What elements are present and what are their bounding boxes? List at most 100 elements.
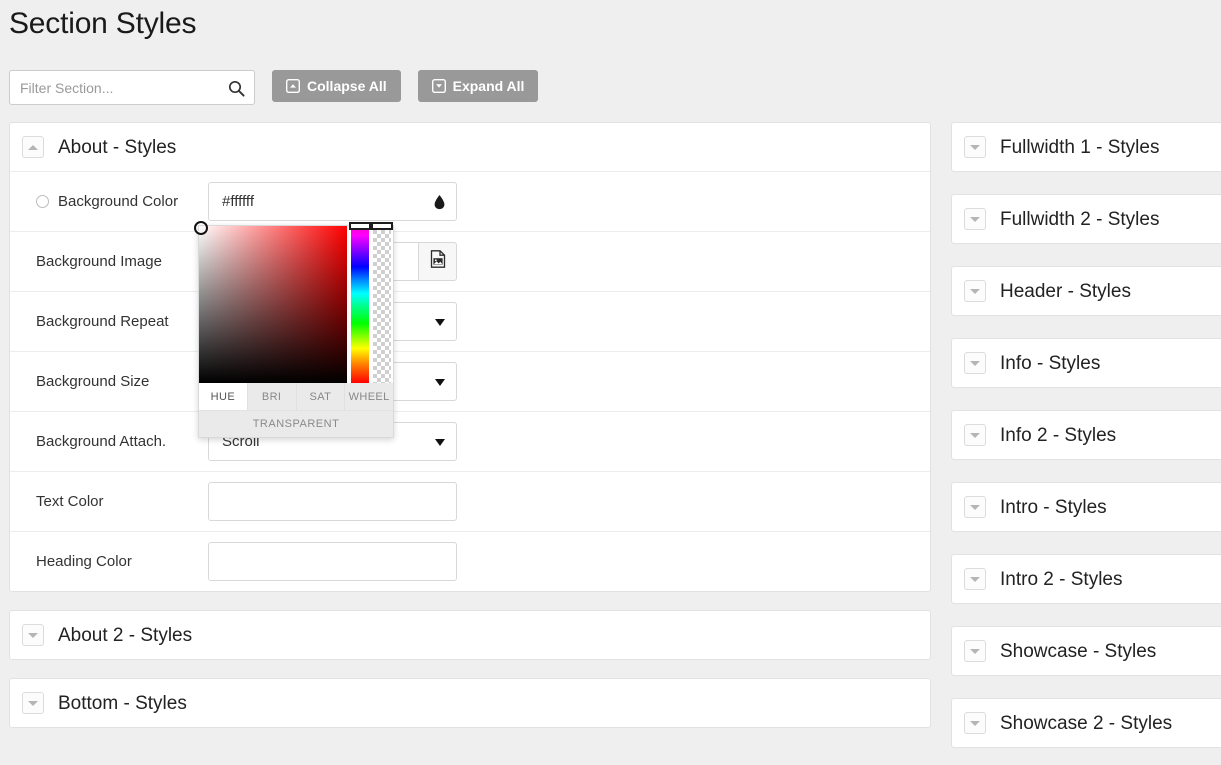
alpha-slider[interactable]	[371, 222, 393, 383]
row-label-wrapper: Background Image	[36, 253, 208, 270]
panel-toggle-intro-2-styles[interactable]	[964, 568, 986, 590]
panel-title: Showcase 2 - Styles	[1000, 712, 1173, 734]
row-label-wrapper: Background Color	[36, 193, 208, 210]
tab-sat[interactable]: SAT	[296, 383, 346, 410]
panel-title: Intro 2 - Styles	[1000, 568, 1123, 590]
row-background-image: Background Image	[10, 231, 930, 291]
panel-title: Showcase - Styles	[1000, 640, 1157, 662]
panel-toggle-info-styles[interactable]	[964, 352, 986, 374]
collapse-all-button[interactable]: Collapse All	[272, 70, 401, 102]
panel-showcase-2-styles: Showcase 2 - Styles	[951, 698, 1221, 748]
heading-color-input[interactable]	[208, 542, 457, 581]
background-image-browse-button[interactable]	[418, 242, 457, 281]
background-color-radio[interactable]	[36, 195, 49, 208]
panel-toggle-fullwidth-1-styles[interactable]	[964, 136, 986, 158]
saturation-value-area[interactable]	[194, 221, 347, 383]
tab-wheel[interactable]: WHEEL	[345, 383, 393, 410]
image-file-icon	[430, 250, 446, 273]
expand-all-button[interactable]: Expand All	[417, 70, 539, 102]
row-label-wrapper: Background Size	[36, 373, 208, 390]
panel-toggle-about-2-styles[interactable]	[22, 624, 44, 646]
color-picker-tabs: HUE BRI SAT WHEEL	[199, 383, 393, 410]
panel-header-showcase-2-styles[interactable]: Showcase 2 - Styles	[952, 699, 1221, 747]
chevron-down-icon	[435, 318, 445, 326]
panel-title: Fullwidth 2 - Styles	[1000, 208, 1160, 230]
panel-header-about-styles[interactable]: About - Styles	[10, 123, 930, 171]
field-label: Background Color	[58, 193, 179, 210]
hue-slider[interactable]	[349, 222, 371, 383]
caret-down-icon	[28, 700, 38, 706]
field-label: Background Image	[36, 253, 162, 270]
caret-down-icon	[970, 216, 980, 222]
right-panel-column: Fullwidth 1 - Styles Fullwidth 2 - Style…	[951, 122, 1221, 765]
tab-bri[interactable]: BRI	[247, 383, 297, 410]
field-label: Text Color	[36, 493, 104, 510]
field-label: Background Size	[36, 373, 150, 390]
panel-header-intro-2-styles[interactable]: Intro 2 - Styles	[952, 555, 1221, 603]
collapse-all-label: Collapse All	[307, 78, 387, 94]
panel-bottom-styles: Bottom - Styles	[9, 678, 931, 728]
chevron-down-icon	[435, 438, 445, 446]
page-title: Section Styles	[9, 7, 197, 40]
hue-gradient-strip	[351, 226, 369, 383]
panel-header-bottom-styles[interactable]: Bottom - Styles	[10, 679, 930, 727]
panel-title: Bottom - Styles	[58, 692, 187, 714]
row-label-wrapper: Background Repeat	[36, 313, 208, 330]
filter-section-field[interactable]	[9, 70, 255, 105]
toolbar: Collapse All Expand All	[9, 70, 539, 105]
panel-toggle-showcase-styles[interactable]	[964, 640, 986, 662]
panel-header-fullwidth-1-styles[interactable]: Fullwidth 1 - Styles	[952, 123, 1221, 171]
panel-header-showcase-styles[interactable]: Showcase - Styles	[952, 627, 1221, 675]
color-picker-gradients	[194, 221, 393, 383]
search-input[interactable]	[10, 71, 254, 104]
panel-title: Intro - Styles	[1000, 496, 1107, 518]
caret-up-icon	[28, 144, 38, 150]
row-label-wrapper: Heading Color	[36, 553, 208, 570]
alpha-slider-handle[interactable]	[371, 222, 393, 230]
collapse-up-box-icon	[285, 78, 301, 94]
panel-header-info-2-styles[interactable]: Info 2 - Styles	[952, 411, 1221, 459]
panel-about-styles: About - Styles Background Color #ffffff …	[9, 122, 931, 592]
panel-info-2-styles: Info 2 - Styles	[951, 410, 1221, 460]
transparent-button[interactable]: TRANSPARENT	[199, 410, 393, 437]
row-label-wrapper: Text Color	[36, 493, 208, 510]
panel-header-fullwidth-2-styles[interactable]: Fullwidth 2 - Styles	[952, 195, 1221, 243]
background-color-input[interactable]	[208, 182, 457, 221]
caret-down-icon	[970, 648, 980, 654]
tab-hue[interactable]: HUE	[199, 383, 248, 410]
row-background-size: Background Size	[10, 351, 930, 411]
panel-toggle-about-styles[interactable]	[22, 136, 44, 158]
field-label: Background Attach.	[36, 433, 167, 450]
panel-intro-styles: Intro - Styles	[951, 482, 1221, 532]
panel-toggle-info-2-styles[interactable]	[964, 424, 986, 446]
panel-header-styles: Header - Styles	[951, 266, 1221, 316]
hue-slider-handle[interactable]	[349, 222, 371, 230]
row-background-color: Background Color	[10, 171, 930, 231]
panel-body-about-styles: Background Color Background Image	[10, 171, 930, 591]
panel-showcase-styles: Showcase - Styles	[951, 626, 1221, 676]
text-color-input[interactable]	[208, 482, 457, 521]
color-picker-cursor[interactable]	[194, 221, 208, 235]
color-picker-popup[interactable]: HUE BRI SAT WHEEL TRANSPARENT	[194, 221, 394, 438]
panel-toggle-header-styles[interactable]	[964, 280, 986, 302]
panel-toggle-bottom-styles[interactable]	[22, 692, 44, 714]
background-color-control	[208, 182, 457, 221]
panel-toggle-intro-styles[interactable]	[964, 496, 986, 518]
panel-header-intro-styles[interactable]: Intro - Styles	[952, 483, 1221, 531]
panel-toggle-showcase-2-styles[interactable]	[964, 712, 986, 734]
panel-title: Info 2 - Styles	[1000, 424, 1117, 446]
left-panel-column: About - Styles Background Color #ffffff …	[9, 122, 931, 746]
panel-toggle-fullwidth-2-styles[interactable]	[964, 208, 986, 230]
caret-down-icon	[970, 504, 980, 510]
panel-fullwidth-1-styles: Fullwidth 1 - Styles	[951, 122, 1221, 172]
heading-color-control	[208, 542, 457, 581]
caret-down-icon	[970, 432, 980, 438]
panel-header-about-2-styles[interactable]: About 2 - Styles	[10, 611, 930, 659]
panel-intro-2-styles: Intro 2 - Styles	[951, 554, 1221, 604]
panel-header-header-styles[interactable]: Header - Styles	[952, 267, 1221, 315]
panel-title: About 2 - Styles	[58, 624, 193, 646]
panel-info-styles: Info - Styles	[951, 338, 1221, 388]
row-background-repeat: Background Repeat	[10, 291, 930, 351]
panel-header-info-styles[interactable]: Info - Styles	[952, 339, 1221, 387]
row-heading-color: Heading Color	[10, 531, 930, 591]
